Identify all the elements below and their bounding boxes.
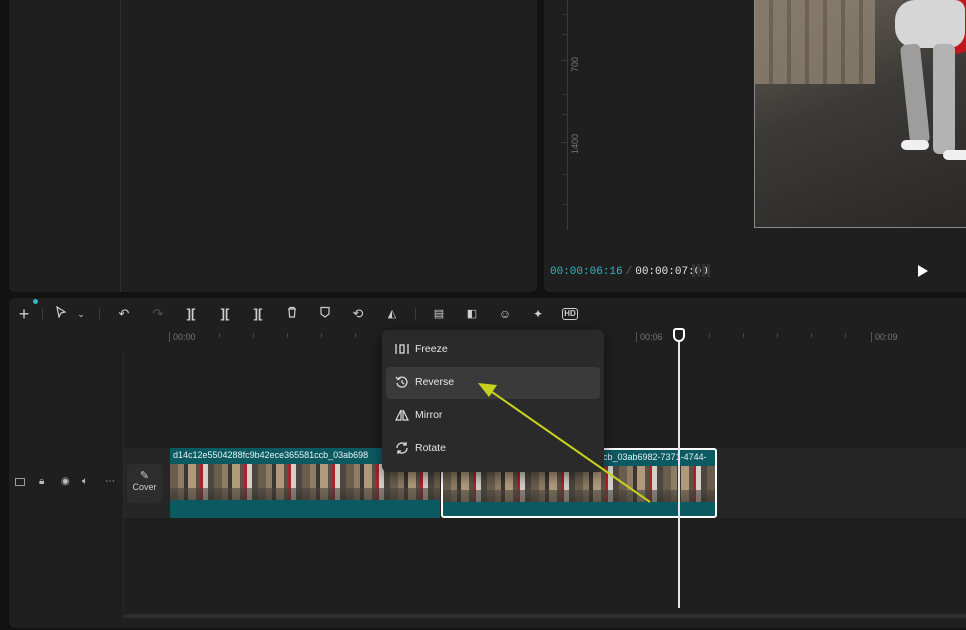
preview-shoe: [901, 140, 929, 150]
time-tick: [811, 333, 812, 338]
context-menu: Freeze Reverse Mirror Rotate: [382, 330, 604, 472]
timecode: 00:00:06:16/00:00:07:00: [550, 266, 708, 278]
menu-label: Mirror: [415, 409, 443, 421]
menu-item-reverse[interactable]: Reverse: [386, 367, 600, 399]
reverse-icon: [394, 375, 410, 391]
add-icon[interactable]: +: [15, 305, 33, 323]
time-tick: [287, 333, 288, 338]
ruler-tick: [563, 94, 567, 95]
player-panel: 700 1400 00:00:06:16/00:00:07:00: [544, 0, 966, 292]
person-icon[interactable]: ☺: [496, 305, 514, 323]
ruler-tick: [563, 14, 567, 15]
time-tick: [709, 333, 710, 338]
more-icon[interactable]: ⋯: [105, 476, 115, 487]
ruler-tick: [561, 142, 567, 143]
menu-label: Rotate: [415, 442, 446, 454]
time-separator: /: [625, 266, 633, 278]
current-time: 00:00:06:16: [550, 266, 623, 278]
playhead-handle[interactable]: [673, 328, 685, 342]
ruler-tick: [563, 174, 567, 175]
cover-button[interactable]: ✎ Cover: [127, 464, 162, 503]
ruler-tick: [563, 34, 567, 35]
ruler-tick: [561, 60, 567, 61]
clip-label: cb_03ab6982-7371-4744-: [603, 452, 707, 462]
redo-icon[interactable]: ↷: [149, 305, 167, 323]
preview-building: [755, 0, 875, 84]
eye-icon[interactable]: ◉: [61, 476, 70, 487]
menu-label: Reverse: [415, 376, 455, 388]
media-panel: [9, 0, 537, 292]
undo-icon[interactable]: ↶: [115, 305, 133, 323]
play-button[interactable]: [916, 265, 928, 277]
toolbar-divider: [99, 308, 100, 320]
toolbar-divider: [42, 308, 43, 320]
lock-icon[interactable]: 🔒︎: [39, 476, 44, 487]
time-tick: [777, 333, 778, 338]
time-tick: [355, 333, 356, 338]
freeze-icon: [394, 342, 410, 358]
waveform-icon[interactable]: [692, 264, 712, 277]
time-tick: [253, 333, 254, 338]
select-cursor-icon[interactable]: [52, 305, 70, 323]
preview-person-body: [895, 0, 965, 48]
volume-icon[interactable]: 🔈︎: [82, 476, 88, 487]
time-tick: [743, 333, 744, 338]
ruler-tick: [563, 204, 567, 205]
rotate-icon: [394, 441, 410, 457]
menu-item-rotate[interactable]: Rotate: [386, 433, 600, 465]
marker-icon[interactable]: [316, 305, 334, 323]
caption-icon[interactable]: ▤: [430, 305, 448, 323]
preview-person-leg: [899, 43, 931, 145]
menu-item-freeze[interactable]: Freeze: [386, 334, 600, 366]
mirror-icon: [394, 408, 410, 424]
hd-icon[interactable]: HD: [562, 308, 578, 320]
split-right-icon[interactable]: ][: [249, 305, 267, 323]
toolbar-divider: [415, 308, 416, 320]
video-preview[interactable]: [754, 0, 966, 228]
cover-label: Cover: [132, 482, 157, 492]
crop-icon[interactable]: ◧: [463, 305, 481, 323]
menu-label: Freeze: [415, 343, 448, 355]
ruler-label: 700: [570, 56, 580, 72]
split-icon[interactable]: ][: [182, 305, 200, 323]
time-label: 00:06: [636, 332, 663, 342]
ruler-label: 1400: [570, 133, 580, 154]
loop-icon[interactable]: ⟲: [349, 305, 367, 323]
notification-dot: [33, 299, 38, 304]
time-tick: [845, 333, 846, 338]
time-tick: [321, 333, 322, 338]
menu-item-mirror[interactable]: Mirror: [386, 400, 600, 432]
vertical-ruler: 700 1400: [561, 0, 580, 230]
horizontal-scrollbar[interactable]: [124, 614, 966, 618]
delete-icon[interactable]: [283, 305, 301, 323]
track-thumbnail-icon[interactable]: [15, 478, 25, 486]
time-tick: [219, 333, 220, 338]
time-label: 00:00: [169, 332, 196, 342]
time-label: 00:09: [871, 332, 898, 342]
timeline-toolbar: + ⌄ ↶ ↷ ][ ][ ][ ⟲ ◭ ▤ ◧ ☺ ✦ HD: [9, 298, 966, 330]
speed-icon[interactable]: ◭: [383, 305, 401, 323]
ruler-tick: [563, 114, 567, 115]
chevron-down-icon[interactable]: ⌄: [72, 305, 90, 323]
split-left-icon[interactable]: ][: [216, 305, 234, 323]
panel-divider: [120, 0, 121, 292]
edit-icon: ✎: [139, 470, 150, 482]
magic-icon[interactable]: ✦: [529, 305, 547, 323]
preview-person-leg: [933, 44, 955, 154]
preview-shoe: [943, 150, 966, 160]
clip-label: d14c12e5504288fc9b42ece365581ccb_03ab698: [173, 450, 369, 460]
playhead-line[interactable]: [678, 338, 680, 608]
